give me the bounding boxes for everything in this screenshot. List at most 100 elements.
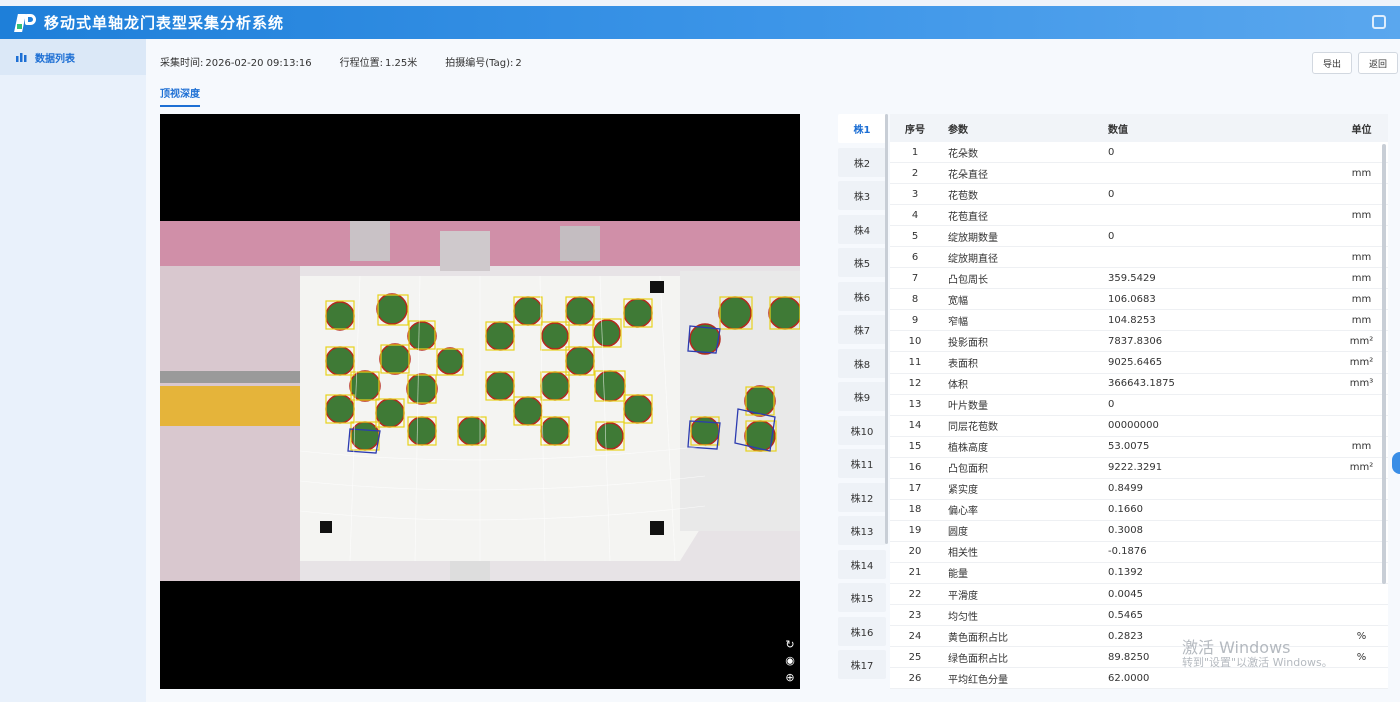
tab-plant-2[interactable]: 株2 [838, 147, 886, 177]
row-index: 16 [908, 462, 922, 474]
tab-plant-1[interactable]: 株1 [838, 114, 886, 143]
tab-plant-14[interactable]: 株14 [838, 549, 886, 579]
window-icon[interactable] [1372, 15, 1386, 29]
row-index: 11 [908, 356, 922, 368]
table-row: 21 能量 0.1392 [890, 563, 1388, 584]
row-unit: mm [1351, 251, 1372, 263]
row-index: 2 [911, 167, 919, 179]
row-param: 相关性 [948, 548, 978, 560]
tab-plant-17[interactable]: 株17 [838, 650, 886, 679]
tab-plant-6[interactable]: 株6 [838, 281, 886, 311]
row-param: 偏心率 [948, 506, 978, 518]
table-row: 17 紧实度 0.8499 [890, 479, 1388, 500]
shot-tag-value: 2 [515, 58, 522, 69]
zoom-in-icon[interactable]: ⊕ [784, 672, 796, 684]
row-index: 3 [911, 188, 919, 200]
shot-tag-label: 拍摄编号(Tag): [445, 58, 514, 69]
row-unit: mm [1351, 293, 1372, 305]
row-index: 4 [911, 209, 919, 221]
row-index: 9 [911, 314, 919, 326]
row-unit: mm [1351, 272, 1372, 284]
row-unit: mm [1351, 314, 1372, 326]
row-param: 花苞直径 [948, 211, 988, 223]
row-index: 20 [908, 546, 922, 558]
row-param: 能量 [948, 569, 968, 581]
row-value: 104.8253 [1108, 314, 1156, 326]
row-index: 6 [911, 251, 919, 263]
row-unit: mm³ [1349, 378, 1374, 390]
row-value: 0 [1108, 230, 1115, 242]
row-index: 10 [908, 335, 922, 347]
tab-plant-5[interactable]: 株5 [838, 248, 886, 277]
row-param: 同层花苞数 [948, 422, 998, 434]
row-value: 0.0045 [1108, 588, 1143, 600]
tab-top-depth[interactable]: 顶视深度 [160, 85, 200, 107]
row-index: 24 [908, 630, 922, 642]
back-button[interactable]: 返回 [1358, 52, 1399, 74]
row-index: 15 [908, 441, 922, 453]
row-param: 紧实度 [948, 485, 978, 497]
tab-plant-3[interactable]: 株3 [838, 181, 886, 210]
row-param: 凸包面积 [948, 464, 988, 476]
row-param: 体积 [948, 380, 968, 392]
table-row: 13 叶片数量 0 [890, 395, 1388, 416]
tab-plant-13[interactable]: 株13 [838, 516, 886, 545]
row-param: 投影面积 [948, 337, 988, 349]
row-unit: % [1356, 651, 1367, 663]
row-value: 62.0000 [1108, 672, 1150, 684]
row-param: 平均红色分量 [948, 674, 1008, 686]
tab-plant-11[interactable]: 株11 [838, 449, 886, 478]
row-index: 22 [908, 588, 922, 600]
row-index: 17 [908, 483, 922, 495]
table-row: 12 体积 366643.1875 mm³ [890, 374, 1388, 395]
sidebar: 数据列表 [0, 39, 146, 702]
table-header: 序号 参数 数值 单位 [890, 114, 1388, 142]
tab-plant-12[interactable]: 株12 [838, 482, 886, 512]
row-index: 1 [911, 146, 919, 158]
table-row: 26 平均红色分量 62.0000 [890, 668, 1388, 689]
row-index: 25 [908, 651, 922, 663]
row-value: 7837.8306 [1108, 335, 1163, 347]
app-title: 移动式单轴龙门表型采集分析系统 [44, 14, 285, 32]
table-row: 7 凸包周长 359.5429 mm [890, 268, 1388, 290]
row-param: 窄幅 [948, 316, 968, 328]
tab-plant-4[interactable]: 株4 [838, 214, 886, 244]
row-index: 12 [908, 378, 922, 390]
row-value: 9222.3291 [1108, 462, 1163, 474]
row-value: 53.0075 [1108, 441, 1150, 453]
tab-plant-9[interactable]: 株9 [838, 382, 886, 411]
image-viewer[interactable]: ↻ ◉ ⊕ [160, 114, 800, 689]
rotate-icon[interactable]: ↻ [784, 639, 796, 651]
tab-plant-8[interactable]: 株8 [838, 348, 886, 378]
tab-plant-15[interactable]: 株15 [838, 583, 886, 612]
sidebar-item-data-list[interactable]: 数据列表 [0, 39, 146, 75]
table-scrollbar[interactable] [1382, 144, 1386, 584]
row-index: 8 [911, 293, 919, 305]
sidebar-item-label: 数据列表 [35, 53, 75, 65]
row-value: 0.1392 [1108, 567, 1143, 579]
capture-time-label: 采集时间: [160, 58, 204, 69]
row-unit: mm² [1349, 356, 1374, 368]
header-unit: 单位 [1351, 124, 1372, 136]
tab-plant-7[interactable]: 株7 [838, 315, 886, 344]
row-param: 表面积 [948, 358, 978, 370]
export-button[interactable]: 导出 [1312, 52, 1353, 74]
tab-plant-16[interactable]: 株16 [838, 616, 886, 646]
eye-icon[interactable]: ◉ [784, 655, 796, 667]
row-param: 花苞数 [948, 190, 978, 202]
row-unit: mm [1351, 441, 1372, 453]
table-row: 14 同层花苞数 00000000 [890, 416, 1388, 437]
side-drawer-handle[interactable] [1392, 452, 1400, 474]
row-value: 0.3008 [1108, 525, 1143, 537]
table-row: 3 花苞数 0 [890, 184, 1388, 206]
row-index: 23 [908, 609, 922, 621]
table-row: 4 花苞直径 mm [890, 205, 1388, 227]
tab-plant-10[interactable]: 株10 [838, 415, 886, 445]
tab-scrollbar[interactable] [885, 114, 888, 544]
row-unit: mm [1351, 209, 1372, 221]
row-value: 0.5465 [1108, 609, 1143, 621]
row-param: 花朵数 [948, 148, 978, 160]
table-row: 2 花朵直径 mm [890, 163, 1388, 185]
row-value: 0.1660 [1108, 504, 1143, 516]
table-body: 1 花朵数 0 2 花朵直径 mm 3 花苞数 0 4 花苞直径 mm 5 绽放期数量 0 6 绽放期直径 mm 7… [890, 142, 1388, 689]
